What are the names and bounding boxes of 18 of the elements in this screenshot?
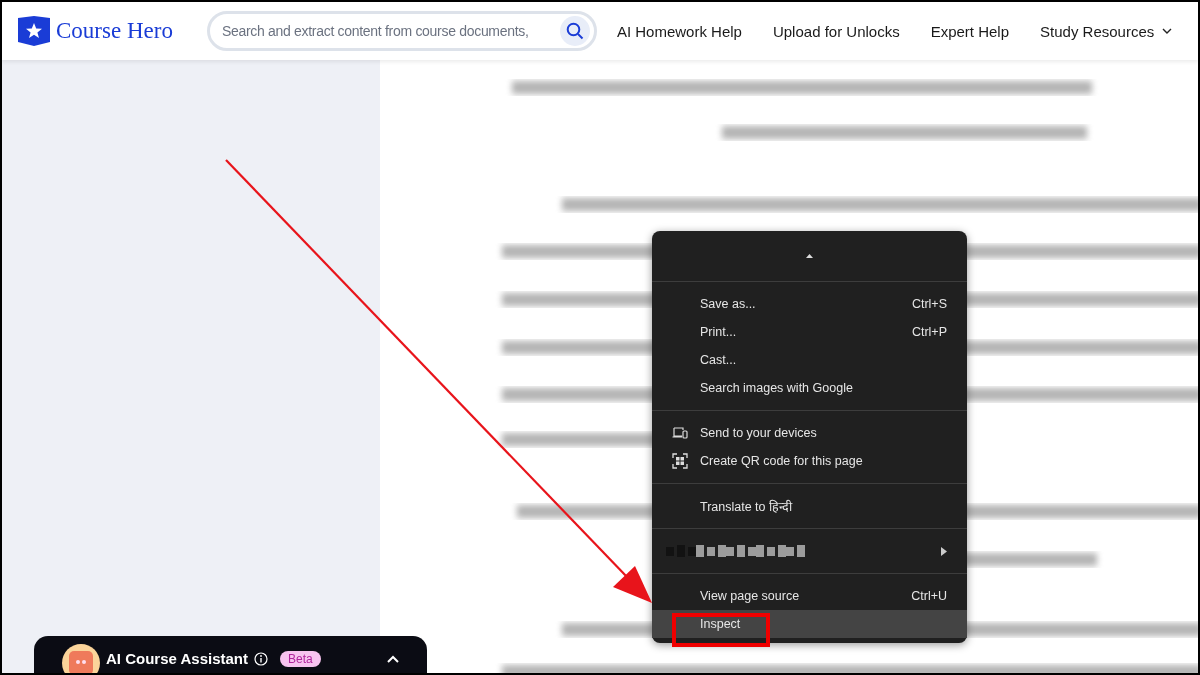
menu-item[interactable]: Cast...	[652, 346, 967, 374]
nav-link[interactable]: Expert Help	[930, 22, 1010, 40]
nav-link[interactable]: AI Homework Help	[616, 22, 742, 40]
menu-item[interactable]: View page source Ctrl+U	[652, 582, 967, 610]
nav-link[interactable]: Study Resources	[1040, 22, 1173, 40]
menu-item[interactable]: Print... Ctrl+P	[652, 318, 967, 346]
beta-badge: Beta	[280, 650, 321, 667]
menu-item[interactable]: Send to your devices	[652, 419, 967, 447]
search-input[interactable]: Search and extract content from course documents,	[219, 22, 560, 40]
menu-item[interactable]: Search images with Google	[652, 374, 967, 402]
logo-text[interactable]: Course Hero	[56, 18, 173, 44]
menu-item[interactable]: Translate to हिन्दी	[652, 492, 967, 520]
menu-item[interactable]: Create QR code for this page	[652, 447, 967, 475]
search-field[interactable]: Search and extract content from course documents,	[206, 11, 597, 51]
assistant-title: AI Course Assistant	[106, 650, 248, 667]
menu-item[interactable]: Save as... Ctrl+S	[652, 290, 967, 318]
nav-link[interactable]: Upload for Unlocks	[772, 22, 900, 40]
menu-item[interactable]: Inspect	[652, 610, 967, 638]
